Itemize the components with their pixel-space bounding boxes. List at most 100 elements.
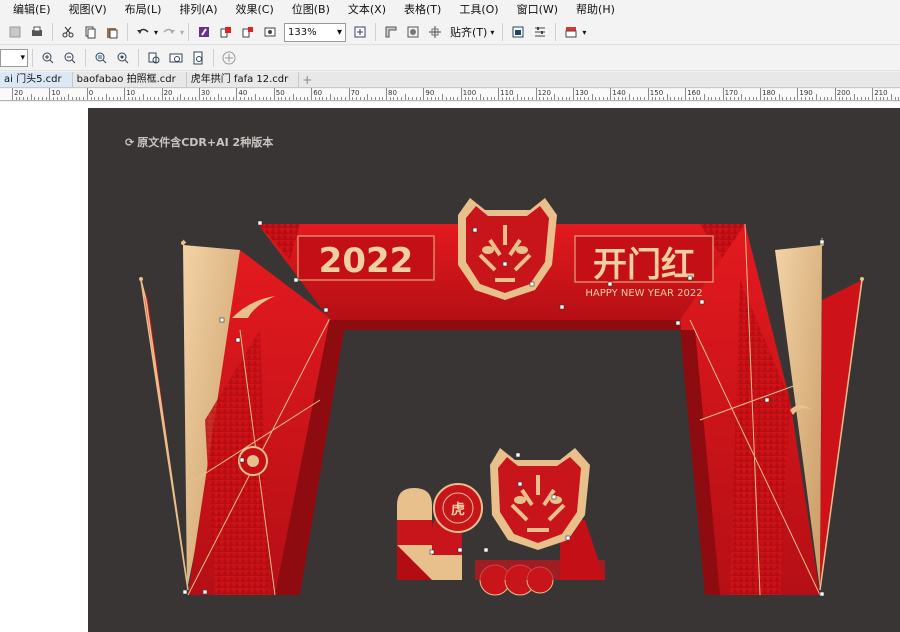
ruler-tick: [296, 97, 298, 100]
ruler-tick: [415, 97, 417, 100]
menu-help[interactable]: 帮助(H): [567, 0, 624, 20]
menu-text[interactable]: 文本(X): [339, 0, 395, 20]
welcome-screen-icon[interactable]: [507, 21, 529, 43]
ruler-tick: [232, 97, 234, 100]
ruler-tick: [883, 97, 885, 100]
drawing-workspace[interactable]: 2022 开门红 HAPPY NEW YEAR 2022 虎 ⟳ 原文件含CDR…: [0, 102, 900, 632]
ruler-tick: [808, 97, 810, 100]
ruler-tick: [602, 97, 604, 100]
zoom-out-icon[interactable]: [59, 47, 81, 69]
ruler-tick: [19, 97, 21, 100]
show-guidelines-icon[interactable]: [424, 21, 446, 43]
show-rulers-icon[interactable]: [380, 21, 402, 43]
snap-to-button[interactable]: 贴齐(T) ▾: [446, 24, 498, 40]
menu-window[interactable]: 窗口(W): [508, 0, 567, 20]
ruler-tick: [303, 97, 305, 100]
ruler-tick: [210, 97, 212, 100]
ruler-tick: [565, 97, 567, 100]
ruler-tick: [501, 97, 503, 100]
add-tab-icon[interactable]: +: [299, 72, 315, 87]
menu-arrange[interactable]: 排列(A): [170, 0, 226, 20]
menu-table[interactable]: 表格(T): [395, 0, 450, 20]
ruler-tick: [262, 97, 264, 100]
menu-effects[interactable]: 效果(C): [226, 0, 282, 20]
application-launcher-icon[interactable]: [560, 21, 582, 43]
menu-bitmaps[interactable]: 位图(B): [283, 0, 339, 20]
menu-edit[interactable]: 编辑(E): [4, 0, 60, 20]
zoom-to-page-height-icon[interactable]: [187, 47, 209, 69]
paste-icon[interactable]: [101, 21, 123, 43]
zoom-to-selected-icon[interactable]: [90, 47, 112, 69]
zoom-level-select[interactable]: 133% ▾: [284, 22, 347, 42]
tab-document[interactable]: baofabao 拍照框.cdr: [73, 72, 187, 87]
options-icon[interactable]: [529, 21, 551, 43]
save-icon[interactable]: [4, 21, 26, 43]
ruler-tick: [412, 97, 414, 100]
ruler-tick: [857, 97, 859, 100]
ruler-tick: [498, 88, 500, 100]
ruler-tick: [367, 94, 369, 100]
ruler-tick: [651, 97, 653, 100]
ruler-tick: [804, 97, 806, 100]
arch-year-text: 2022: [319, 241, 414, 281]
ruler-tick: [101, 97, 103, 100]
units-select[interactable]: ▾: [0, 49, 28, 67]
ruler-tick: [816, 94, 818, 100]
ruler-tick: [389, 97, 391, 100]
ruler-tick: [135, 97, 137, 100]
publish-pdf-icon[interactable]: [259, 21, 281, 43]
undo-icon[interactable]: [132, 21, 154, 43]
menu-layout[interactable]: 布局(L): [116, 0, 171, 20]
cut-icon[interactable]: [57, 21, 79, 43]
copy-icon[interactable]: [79, 21, 101, 43]
redo-icon[interactable]: [158, 21, 180, 43]
toolbar-separator: [138, 49, 139, 67]
import-icon[interactable]: [215, 21, 237, 43]
ruler-tick: [539, 97, 541, 100]
redo-dropdown-icon[interactable]: ▾: [180, 28, 184, 37]
ruler-tick: [404, 94, 406, 100]
horizontal-ruler[interactable]: 20 10 0 10 20 30 40 50 60 70 80 90 100 110 120 130 140 15…: [0, 88, 900, 101]
artboard[interactable]: 2022 开门红 HAPPY NEW YEAR 2022 虎: [88, 108, 900, 632]
tab-document[interactable]: ai 门头5.cdr: [0, 72, 73, 87]
ruler-label: 10: [126, 89, 136, 97]
ruler-tick: [270, 97, 272, 100]
ruler-tick: [737, 97, 739, 100]
ruler-tick: [318, 97, 320, 100]
ruler-tick: [184, 97, 186, 100]
tab-document[interactable]: 虎年拱门 fafa 12.cdr: [187, 72, 300, 87]
ruler-tick: [606, 97, 608, 100]
ruler-tick: [486, 97, 488, 100]
ruler-tick: [617, 97, 619, 100]
ruler-tick: [756, 97, 758, 100]
ruler-tick: [12, 88, 13, 100]
ruler-tick: [26, 97, 28, 100]
zoom-value: 133%: [288, 26, 317, 38]
ruler-tick: [195, 97, 197, 100]
full-screen-preview-icon[interactable]: [349, 21, 371, 43]
ruler-tick: [887, 97, 889, 100]
export-icon[interactable]: [237, 21, 259, 43]
ruler-tick: [71, 97, 73, 100]
zoom-to-all-objects-icon[interactable]: [112, 47, 134, 69]
print-icon[interactable]: [26, 21, 48, 43]
ruler-tick: [760, 88, 761, 100]
ruler-tick: [187, 97, 189, 100]
ruler-tick: [864, 97, 866, 100]
chevron-down-icon[interactable]: ▾: [582, 28, 586, 37]
ruler-tick: [329, 94, 331, 100]
arch-design[interactable]: 2022 开门红 HAPPY NEW YEAR 2022 虎: [88, 108, 900, 632]
ruler-label: 190: [799, 89, 813, 97]
ruler-tick: [629, 94, 631, 100]
coreldraw-window: { "menu": { "items": ["编辑(E)", "视图(V)", …: [0, 0, 900, 632]
show-grid-icon[interactable]: [402, 21, 424, 43]
ruler-tick: [531, 97, 533, 100]
add-icon[interactable]: [218, 47, 240, 69]
zoom-to-page-width-icon[interactable]: [165, 47, 187, 69]
zoom-to-page-icon[interactable]: [143, 47, 165, 69]
search-content-icon[interactable]: [193, 21, 215, 43]
menu-tools[interactable]: 工具(O): [450, 0, 507, 20]
zoom-in-icon[interactable]: [37, 47, 59, 69]
menu-view[interactable]: 视图(V): [60, 0, 116, 20]
ruler-tick: [748, 97, 750, 100]
